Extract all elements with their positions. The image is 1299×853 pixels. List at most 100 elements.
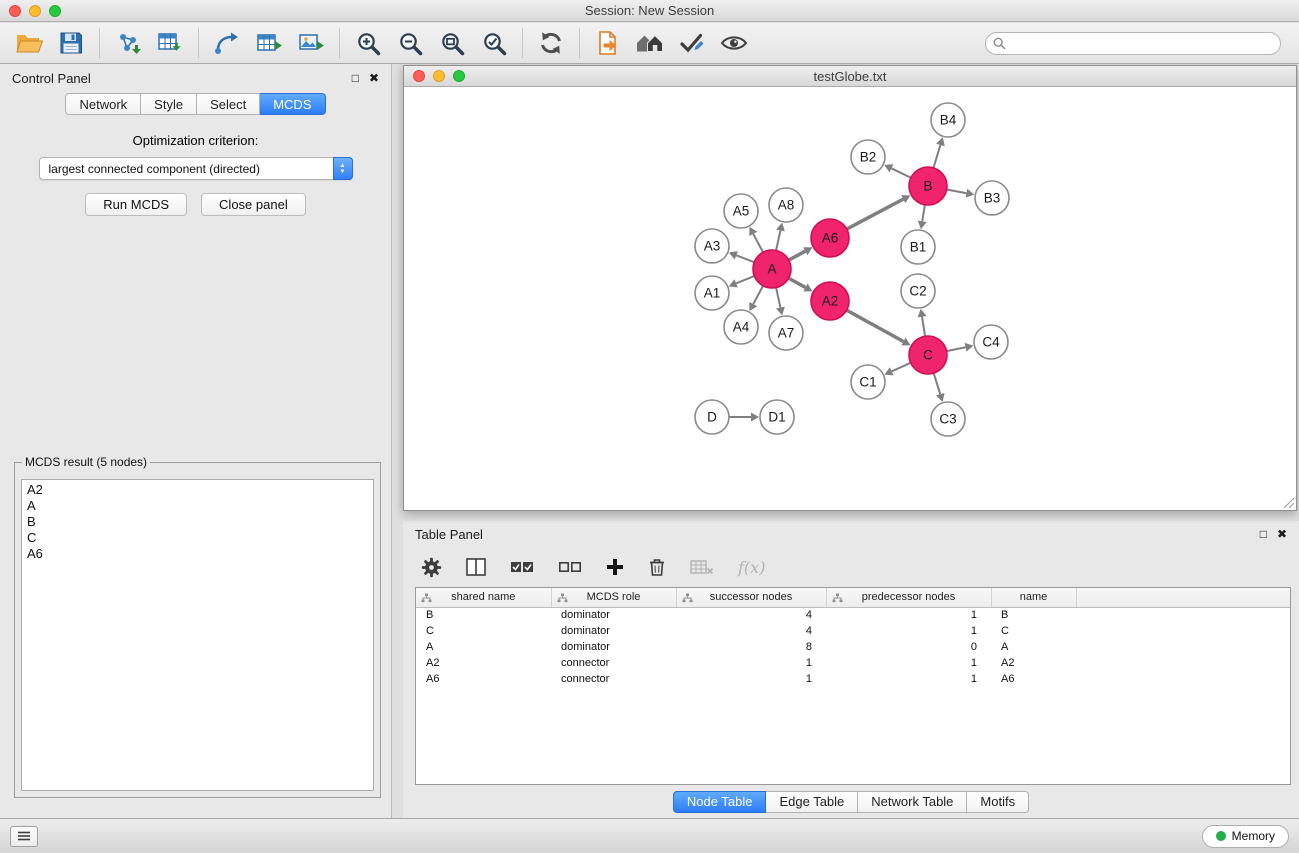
zoom-out-button[interactable]: [389, 25, 431, 61]
mcds-result-item[interactable]: A6: [27, 546, 368, 562]
tab-motifs[interactable]: Motifs: [967, 791, 1029, 813]
app-titlebar[interactable]: Session: New Session: [0, 0, 1299, 22]
graph-edge-C-C2[interactable]: [922, 317, 925, 337]
graph-edge-A-A7[interactable]: [776, 288, 780, 308]
tab-network-table[interactable]: Network Table: [858, 791, 967, 813]
export-table-button[interactable]: [248, 25, 290, 61]
maximize-window-button[interactable]: [49, 5, 61, 17]
resize-grip-icon[interactable]: [1283, 497, 1295, 509]
table-mode-button[interactable]: [421, 557, 442, 578]
network-home-button[interactable]: [629, 25, 671, 61]
column-header-predecessor-nodes[interactable]: predecessor nodes: [826, 588, 991, 607]
graph-node-B2[interactable]: B2: [851, 140, 885, 174]
optimization-criterion-select[interactable]: largest connected component (directed) ▲…: [39, 157, 353, 180]
column-header-successor-nodes[interactable]: successor nodes: [676, 588, 826, 607]
zoom-selected-button[interactable]: [473, 25, 515, 61]
close-window-button[interactable]: [413, 70, 425, 82]
mcds-result-item[interactable]: C: [27, 530, 368, 546]
apply-layout-button[interactable]: [530, 25, 572, 61]
graph-node-A6[interactable]: A6: [811, 219, 849, 257]
export-image-button[interactable]: [290, 25, 332, 61]
graph-node-A[interactable]: A: [753, 250, 791, 288]
deselect-all-columns-button[interactable]: [558, 560, 582, 574]
search-input[interactable]: [985, 32, 1281, 55]
table-row[interactable]: Bdominator41B: [416, 607, 1290, 623]
tab-edge-table[interactable]: Edge Table: [766, 791, 858, 813]
tab-select[interactable]: Select: [197, 93, 260, 115]
save-session-button[interactable]: [50, 25, 92, 61]
graph-node-B3[interactable]: B3: [975, 181, 1009, 215]
float-panel-icon[interactable]: □: [352, 72, 359, 84]
graph-node-B4[interactable]: B4: [931, 103, 965, 137]
graph-edge-A6-B[interactable]: [847, 199, 903, 229]
graph-edge-A-A5[interactable]: [753, 234, 763, 252]
graph-node-C4[interactable]: C4: [974, 325, 1008, 359]
graph-node-C3[interactable]: C3: [931, 402, 965, 436]
graph-edge-A-A1[interactable]: [736, 276, 754, 283]
mcds-result-item[interactable]: A: [27, 498, 368, 514]
graph-edge-C-C3[interactable]: [934, 373, 941, 394]
graph-node-C[interactable]: C: [909, 336, 947, 374]
show-task-history-button[interactable]: [10, 826, 38, 847]
function-builder-button[interactable]: f(x): [738, 558, 765, 577]
table-row[interactable]: A6connector11A6: [416, 671, 1290, 687]
table-row[interactable]: Cdominator41C: [416, 623, 1290, 639]
graph-edge-A-A6[interactable]: [789, 251, 806, 260]
import-network-button[interactable]: [107, 25, 149, 61]
graph-edge-B-B2[interactable]: [891, 168, 910, 177]
graph-edge-A2-C[interactable]: [847, 310, 904, 341]
graph-edge-B-B4[interactable]: [934, 145, 941, 168]
mcds-result-item[interactable]: B: [27, 514, 368, 530]
close-window-button[interactable]: [9, 5, 21, 17]
graph-node-A2[interactable]: A2: [811, 282, 849, 320]
style-check-button[interactable]: [671, 25, 713, 61]
graph-edge-B-B3[interactable]: [947, 190, 967, 194]
graph-edge-A-A8[interactable]: [776, 230, 780, 250]
graph-node-B[interactable]: B: [909, 167, 947, 205]
tab-style[interactable]: Style: [141, 93, 197, 115]
zoom-fit-button[interactable]: [431, 25, 473, 61]
maximize-window-button[interactable]: [453, 70, 465, 82]
column-header-name[interactable]: name: [991, 588, 1076, 607]
mcds-result-item[interactable]: A2: [27, 482, 368, 498]
open-session-button[interactable]: [8, 25, 50, 61]
column-header-shared-name[interactable]: shared name: [416, 588, 551, 607]
graph-edge-C-C4[interactable]: [947, 347, 966, 351]
show-columns-button[interactable]: [466, 558, 486, 576]
zoom-in-button[interactable]: [347, 25, 389, 61]
tab-mcds[interactable]: MCDS: [260, 93, 325, 115]
tab-node-table[interactable]: Node Table: [673, 791, 767, 813]
graph-edge-B-B1[interactable]: [922, 205, 925, 222]
open-document-button[interactable]: [587, 25, 629, 61]
minimize-window-button[interactable]: [29, 5, 41, 17]
graph-edge-C-C1[interactable]: [892, 363, 911, 372]
graph-node-D[interactable]: D: [695, 400, 729, 434]
network-canvas[interactable]: B4B2BB3A5A8A6B1A3AC2A1A2A4A7C4CC1C3DD1: [404, 87, 1296, 510]
graph-node-C1[interactable]: C1: [851, 365, 885, 399]
graph-edge-A-A4[interactable]: [753, 286, 763, 304]
tab-network[interactable]: Network: [65, 93, 141, 115]
import-table-button[interactable]: [149, 25, 191, 61]
graph-edge-A-A3[interactable]: [736, 255, 754, 262]
run-mcds-button[interactable]: Run MCDS: [85, 193, 187, 216]
graph-node-C2[interactable]: C2: [901, 274, 935, 308]
graph-node-A5[interactable]: A5: [724, 194, 758, 228]
graph-node-A4[interactable]: A4: [724, 310, 758, 344]
create-column-button[interactable]: [606, 558, 624, 576]
graph-node-A1[interactable]: A1: [695, 276, 729, 310]
select-all-columns-button[interactable]: [510, 560, 534, 574]
table-row[interactable]: A2connector11A2: [416, 655, 1290, 671]
show-graphics-details-button[interactable]: [713, 25, 755, 61]
graph-node-D1[interactable]: D1: [760, 400, 794, 434]
memory-button[interactable]: Memory: [1202, 825, 1289, 848]
mcds-result-list[interactable]: A2ABCA6: [21, 479, 374, 791]
graph-node-B1[interactable]: B1: [901, 230, 935, 264]
close-panel-icon[interactable]: ✖: [1277, 528, 1287, 540]
close-panel-button[interactable]: Close panel: [201, 193, 306, 216]
export-network-button[interactable]: [206, 25, 248, 61]
float-panel-icon[interactable]: □: [1260, 528, 1267, 540]
close-panel-icon[interactable]: ✖: [369, 72, 379, 84]
graph-node-A7[interactable]: A7: [769, 316, 803, 350]
column-header-mcds-role[interactable]: MCDS role: [551, 588, 676, 607]
graph-edge-A-A2[interactable]: [789, 278, 806, 287]
